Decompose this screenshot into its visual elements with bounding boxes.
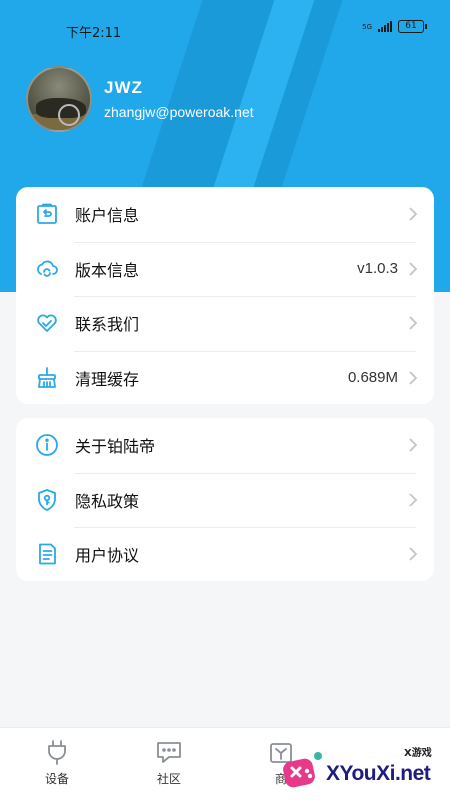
- chevron-right-icon: [409, 262, 418, 276]
- menu-label: 隐私政策: [75, 491, 140, 511]
- menu-label: 账户信息: [75, 206, 140, 226]
- tab-label: 社区: [156, 772, 181, 786]
- privacy-icon: [34, 487, 60, 513]
- menu-label: 联系我们: [75, 315, 140, 335]
- chevron-right-icon: [409, 316, 418, 330]
- menu-label: 用户协议: [75, 546, 140, 566]
- settings-card-2: 关于铂陆帝 隐私政策 用户协议: [16, 418, 434, 581]
- chevron-right-icon: [409, 547, 418, 561]
- watermark-logo-icon: [283, 752, 322, 788]
- chevron-right-icon: [409, 493, 418, 507]
- menu-item-contact-us[interactable]: 联系我们: [16, 296, 434, 351]
- tab-label: 设备: [44, 772, 69, 786]
- signal-icon: [378, 21, 392, 32]
- account-icon: [34, 201, 60, 227]
- menu-item-clear-cache[interactable]: 清理缓存 0.689M: [16, 350, 434, 406]
- menu-label: 关于铂陆帝: [75, 437, 156, 457]
- watermark-text: XYouXi.net: [326, 762, 431, 785]
- menu-item-account-info[interactable]: 账户信息: [16, 187, 434, 242]
- tab-community[interactable]: 社区: [129, 738, 209, 787]
- chevron-right-icon: [409, 371, 418, 385]
- version-icon: [34, 256, 60, 282]
- battery-level: 61: [405, 21, 417, 31]
- menu-label: 清理缓存: [75, 369, 140, 389]
- battery-icon: 61: [398, 20, 427, 33]
- menu-value: v1.0.3: [357, 260, 398, 278]
- menu-item-version-info[interactable]: 版本信息 v1.0.3: [16, 241, 434, 297]
- menu-item-user-agreement[interactable]: 用户协议: [16, 527, 434, 582]
- chat-icon: [129, 738, 209, 766]
- info-icon: [34, 432, 60, 458]
- menu-item-about[interactable]: 关于铂陆帝: [16, 418, 434, 473]
- profile-name: JWZ: [104, 78, 143, 97]
- clean-cache-icon: [34, 365, 60, 391]
- menu-item-privacy-policy[interactable]: 隐私政策: [16, 472, 434, 528]
- profile-email: zhangjw@poweroak.net: [104, 104, 254, 120]
- plug-icon: [17, 738, 97, 766]
- status-bar: 下午2:11 5G 61: [0, 0, 450, 60]
- chevron-right-icon: [409, 438, 418, 452]
- status-icons: 5G 61: [362, 20, 427, 33]
- network-type: 5G: [362, 22, 372, 31]
- contact-icon: [34, 310, 60, 336]
- avatar[interactable]: [26, 66, 92, 132]
- watermark-sub: X游戏: [404, 748, 432, 759]
- watermark: X游戏 XYouXi.net: [276, 740, 450, 800]
- agreement-icon: [34, 541, 60, 567]
- status-time: 下午2:11: [66, 26, 122, 41]
- profile-info: JWZ zhangjw@poweroak.net: [104, 78, 254, 120]
- profile-header[interactable]: JWZ zhangjw@poweroak.net: [26, 66, 254, 132]
- menu-value: 0.689M: [347, 369, 398, 387]
- tab-device[interactable]: 设备: [17, 738, 97, 787]
- chevron-right-icon: [409, 207, 418, 221]
- menu-label: 版本信息: [75, 260, 140, 280]
- settings-card-1: 账户信息 版本信息 v1.0.3 联系我们 清理缓存 0.689M: [16, 187, 434, 404]
